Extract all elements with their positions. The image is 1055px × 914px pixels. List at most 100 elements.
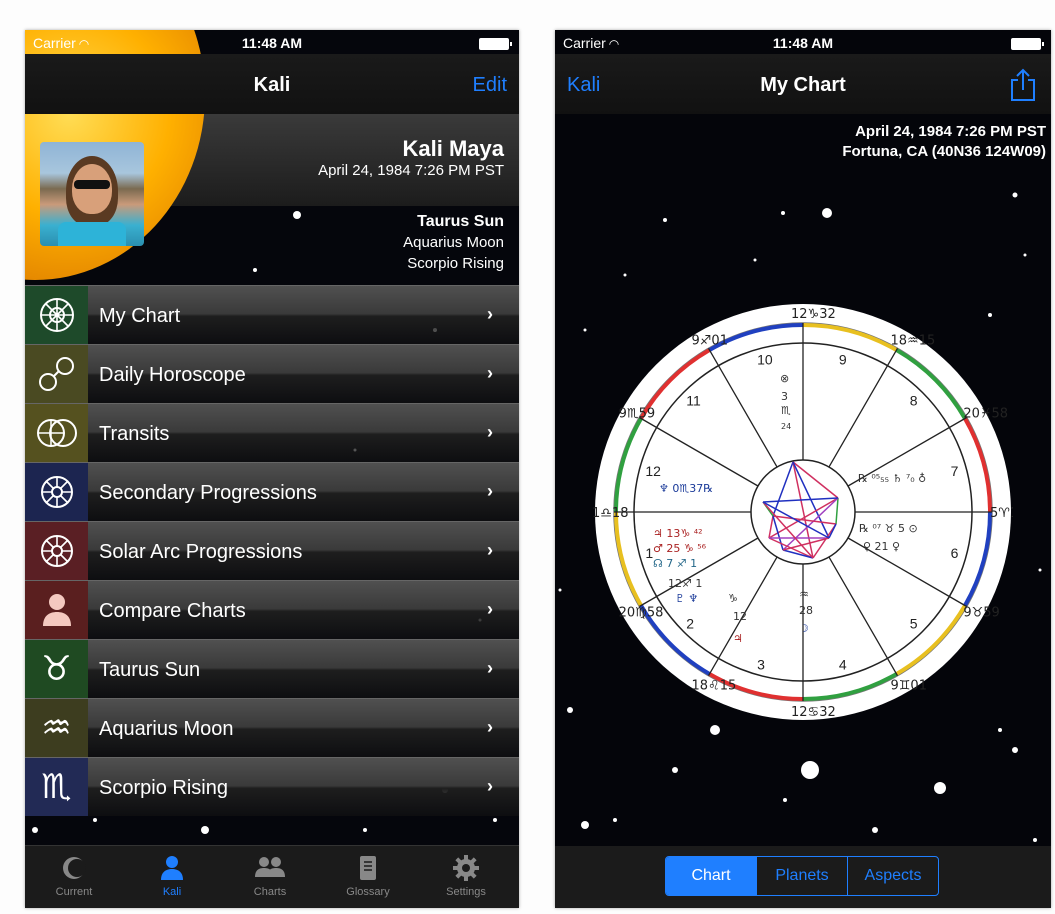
status-time: 11:48 AM — [772, 35, 834, 51]
chevron-right-icon: › — [487, 363, 493, 383]
tab-label: Settings — [446, 886, 486, 898]
transits-icon — [25, 404, 88, 462]
svg-text:♏: ♏ — [781, 404, 791, 417]
cusp-label: 20♍58 — [619, 606, 664, 621]
svg-text:♇ ♆: ♇ ♆ — [675, 592, 698, 605]
menu-item-label: Taurus Sun — [99, 659, 201, 681]
chevron-right-icon: › — [487, 599, 493, 619]
navigation-bar: Kali My Chart — [555, 54, 1051, 114]
tab-glossary[interactable]: Glossary — [319, 846, 417, 908]
house-number: 7 — [951, 463, 959, 479]
tab-label: Charts — [253, 886, 287, 898]
status-bar: Carrier ◠ 11:48 AM — [25, 30, 519, 54]
profile-name: Kali Maya — [402, 136, 505, 161]
scorpio-icon: ♏ — [25, 758, 88, 816]
navigation-bar: Kali Edit — [25, 54, 519, 114]
solar-arc-icon — [25, 522, 88, 580]
aquarius-icon: ♒ — [25, 699, 88, 757]
cusp-label: 12♋32 — [791, 705, 836, 720]
svg-text:24: 24 — [781, 422, 791, 431]
svg-text:♒: ♒ — [799, 588, 809, 601]
svg-text:☽: ☽ — [799, 622, 809, 635]
segment-chart[interactable]: Chart — [666, 857, 756, 895]
cusp-label: 18♒15 — [891, 334, 936, 349]
svg-text:♆ 0♏37℞: ♆ 0♏37℞ — [659, 482, 713, 495]
house-number: 9 — [839, 351, 847, 367]
progressions-icon — [25, 463, 88, 521]
chevron-right-icon: › — [487, 658, 493, 678]
avatar[interactable] — [40, 142, 144, 246]
menu-item-label: Daily Horoscope — [99, 364, 246, 386]
menu-item-label: My Chart — [99, 305, 181, 327]
menu-item-label: Aquarius Moon — [99, 718, 234, 740]
svg-text:☊ 7 ♐ 1: ☊ 7 ♐ 1 — [653, 557, 697, 570]
chart-wheel-svg: 12 3 4 5 6 7 8 9 10 11 12 1♎18 20♍58 18♌15 12♋32 9♊01 9… — [592, 304, 1026, 720]
cusp-label: 20♓58 — [963, 407, 1008, 422]
battery-icon — [479, 38, 512, 50]
rising-sign-label: Scorpio Rising — [407, 255, 504, 272]
chart-info: April 24, 1984 7:26 PM PST Fortuna, CA (… — [842, 122, 1046, 162]
chart-view-segmented-control: Chart Planets Aspects — [665, 856, 939, 896]
chart-date: April 24, 1984 7:26 PM PST — [855, 123, 1046, 140]
share-icon[interactable] — [1009, 68, 1037, 107]
cusp-label: 9♏59 — [619, 407, 655, 422]
cusp-label: 9♐01 — [692, 334, 728, 349]
house-number: 4 — [839, 657, 847, 673]
menu-item-taurus-sun[interactable]: ♉ Taurus Sun › — [25, 639, 519, 698]
menu-item-transits[interactable]: Transits › — [25, 403, 519, 462]
natal-chart-wheel[interactable]: 1 2 3 4 5 6 7 8 9 10 11 12 1♎18 20♍58 18♌15 12♋32 9♊01 9… — [592, 302, 1026, 722]
svg-text:⊗: ⊗ — [780, 372, 789, 385]
svg-text:♃ 13♑ ⁴²: ♃ 13♑ ⁴² — [653, 527, 703, 540]
svg-text:♀ 21 ♀: ♀ 21 ♀ — [863, 540, 900, 553]
tab-settings[interactable]: Settings — [417, 846, 515, 908]
tab-current[interactable]: Current — [25, 846, 123, 908]
tab-label: Kali — [162, 886, 182, 898]
chart-wheel-icon — [25, 286, 88, 344]
menu-item-label: Transits — [99, 423, 170, 445]
cusp-label: 1♎18 — [593, 506, 628, 521]
house-number: 11 — [686, 392, 701, 408]
segment-aspects[interactable]: Aspects — [847, 857, 938, 895]
segment-planets[interactable]: Planets — [756, 857, 847, 895]
menu-item-label: Solar Arc Progressions — [99, 541, 303, 563]
chevron-right-icon: › — [487, 540, 493, 560]
cusp-label: 9♉59 — [963, 606, 999, 621]
edit-button[interactable]: Edit — [473, 74, 507, 97]
house-number: 10 — [757, 351, 773, 367]
house-number: 8 — [910, 392, 918, 408]
status-bar: Carrier ◠ 11:48 AM — [555, 30, 1051, 54]
phone-screen-profile: Carrier ◠ 11:48 AM Kali Edit Kali Maya Ap… — [25, 30, 519, 908]
person-icon — [123, 854, 221, 882]
menu-item-label: Scorpio Rising — [99, 777, 228, 799]
menu-item-compare-charts[interactable]: Compare Charts › — [25, 580, 519, 639]
svg-text:♑: ♑ — [728, 592, 738, 605]
menu-item-label: Compare Charts — [99, 600, 246, 622]
main-menu: My Chart › Daily Horoscope › Transits › … — [25, 285, 519, 816]
menu-item-my-chart[interactable]: My Chart › — [25, 285, 519, 344]
people-icon — [221, 854, 319, 882]
svg-text:12: 12 — [733, 610, 747, 623]
taurus-icon: ♉ — [25, 640, 88, 698]
battery-icon — [1011, 38, 1044, 50]
chevron-right-icon: › — [487, 422, 493, 442]
house-number: 2 — [686, 616, 694, 632]
svg-text:♃: ♃ — [733, 632, 743, 645]
cusp-label: 5♈18 — [990, 506, 1013, 521]
chevron-right-icon: › — [487, 717, 493, 737]
menu-item-solar-arc-progressions[interactable]: Solar Arc Progressions › — [25, 521, 519, 580]
menu-item-daily-horoscope[interactable]: Daily Horoscope › — [25, 344, 519, 403]
menu-item-aquarius-moon[interactable]: ♒ Aquarius Moon › — [25, 698, 519, 757]
nav-title: Kali — [253, 74, 291, 96]
house-number: 3 — [757, 657, 765, 673]
tab-charts[interactable]: Charts — [221, 846, 319, 908]
status-time: 11:48 AM — [241, 35, 303, 51]
menu-item-label: Secondary Progressions — [99, 482, 317, 504]
tab-bar: Current Kali Charts Glossary Settings — [25, 845, 519, 908]
tab-kali[interactable]: Kali — [123, 846, 221, 908]
menu-item-secondary-progressions[interactable]: Secondary Progressions › — [25, 462, 519, 521]
sun-sign-label: Taurus Sun — [417, 213, 504, 230]
house-number: 6 — [951, 545, 959, 561]
house-number: 12 — [645, 463, 661, 479]
nav-title: My Chart — [760, 74, 846, 96]
menu-item-scorpio-rising[interactable]: ♏ Scorpio Rising › — [25, 757, 519, 816]
